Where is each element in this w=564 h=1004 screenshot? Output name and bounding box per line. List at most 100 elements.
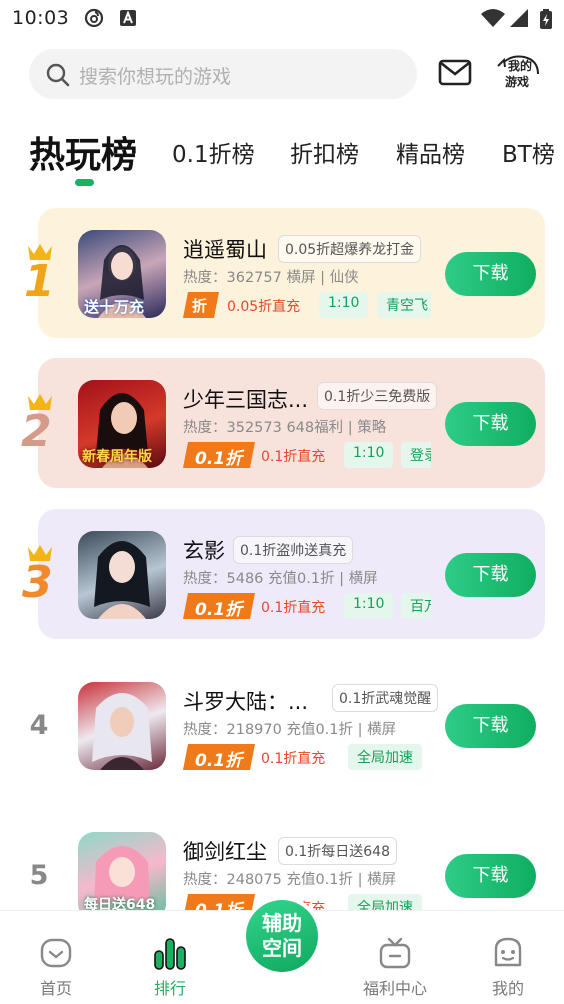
- nav-label: 首页: [39, 979, 72, 998]
- app-promo: 0.1折少三免费版: [317, 382, 438, 410]
- tag-chip: 青空飞: [377, 292, 431, 318]
- tag-chip: 1:10: [344, 442, 394, 468]
- nav-welfare[interactable]: 福利中心: [355, 911, 435, 1004]
- tab-active-indicator: [75, 179, 94, 186]
- rank-number: 4: [29, 710, 49, 741]
- home-icon: [40, 938, 72, 968]
- ranking-icon: [154, 938, 186, 970]
- discount-text: 0.1折直充: [261, 600, 326, 616]
- list-item[interactable]: 1 送十万充 逍遥蜀山 0.05折超爆养龙打金 热度：362757 横屏 | 仙…: [0, 208, 564, 338]
- mail-button[interactable]: [438, 58, 472, 88]
- assist-space-label-line1: 辅助: [262, 911, 302, 935]
- signal-icon: [509, 8, 529, 32]
- tag-chip: 百万: [401, 593, 431, 619]
- download-button[interactable]: 下载: [445, 704, 536, 748]
- tag-row: 折 0.05折直充 1:10 青空飞: [183, 292, 431, 318]
- discount-badge-label: 折: [192, 297, 208, 315]
- my-games-label-line1: 我的: [508, 59, 533, 73]
- list-item[interactable]: 3 玄影 0.1折盗帅送真充 热度：5486 充值0.1折 | 横屏 0.1折 …: [0, 509, 564, 639]
- list-item[interactable]: 2 新春周年版 少年三国志... 0.1折少三免费版 热度：352573 648…: [0, 358, 564, 488]
- battery-charging-icon: [539, 8, 553, 34]
- list-item[interactable]: 5 每日送648 御剑红尘 0.1折每日送648 热度：248075 充值0.1…: [0, 810, 564, 910]
- tab-discount[interactable]: 折扣榜: [290, 135, 359, 169]
- status-time: 10:03: [12, 7, 70, 29]
- tag-chip: 登录: [401, 442, 431, 468]
- rank-crown-3: 3: [18, 543, 58, 608]
- discount-text: 0.1折直充: [261, 449, 326, 465]
- app-meta: 热度：248075 充值0.1折 | 横屏: [183, 872, 397, 888]
- app-meta: 热度：218970 充值0.1折 | 横屏: [183, 722, 397, 738]
- netease-music-icon: [84, 8, 104, 32]
- app-promo: 0.1折武魂觉醒: [332, 684, 439, 712]
- nav-home[interactable]: 首页: [16, 911, 96, 1004]
- tab-hot[interactable]: 热玩榜: [29, 126, 137, 178]
- app-name: 少年三国志...: [183, 388, 309, 412]
- rank-crown-2: 2: [18, 392, 58, 457]
- discount-text: 0.1折直充: [261, 751, 326, 767]
- profile-face-icon: [494, 937, 522, 967]
- a-notification-icon: [119, 8, 137, 32]
- tag-chip: 全局加速: [348, 894, 422, 910]
- discount-badge-label: 0.1折: [195, 449, 243, 468]
- nav-label: 排行: [153, 979, 186, 998]
- rank-number: 3: [22, 557, 53, 608]
- rank-number: 5: [29, 860, 49, 891]
- discount-badge-label: 0.1折: [195, 896, 242, 910]
- app-name: 御剑红尘: [183, 840, 267, 864]
- app-promo: 0.05折超爆养龙打金: [278, 235, 422, 263]
- app-name: 逍遥蜀山: [183, 238, 267, 262]
- download-button[interactable]: 下载: [445, 854, 536, 898]
- search-placeholder: 搜索你想玩的游戏: [79, 66, 232, 88]
- tag-chip: 1:10: [319, 292, 369, 318]
- tab-0.1-discount[interactable]: 0.1折榜: [172, 135, 255, 169]
- search-input[interactable]: 搜索你想玩的游戏: [29, 49, 417, 99]
- mail-icon: [438, 59, 472, 86]
- rank-crown-1: 1: [18, 242, 58, 307]
- gift-tv-icon: [379, 937, 411, 969]
- app-icon-caption: 每日送648: [84, 897, 156, 910]
- app-meta: 热度：5486 充值0.1折 | 横屏: [183, 571, 378, 587]
- assist-space-inner: 辅助 空间: [246, 900, 318, 972]
- tag-row: 0.1折 0.1折直充 全局加速: [183, 744, 431, 770]
- discount-badge-label: 0.1折: [195, 751, 243, 770]
- tab-premium[interactable]: 精品榜: [396, 135, 465, 169]
- discount-badge-label: 0.1折: [195, 600, 243, 619]
- assist-space-label-line2: 空间: [262, 936, 302, 960]
- app-name: 玄影: [183, 539, 225, 563]
- assist-space-button[interactable]: 辅助 空间: [242, 896, 322, 976]
- discount-text: 0.05折直充: [227, 299, 301, 315]
- app-icon-caption: 新春周年版: [82, 449, 152, 465]
- my-games-button[interactable]: 我的 游戏: [494, 54, 542, 94]
- app-icon: [78, 531, 166, 619]
- search-icon: [46, 63, 70, 87]
- tag-chip: 1:10: [344, 593, 394, 619]
- app-icon: 每日送648: [78, 832, 166, 910]
- app-icon-caption: 送十万充: [84, 298, 145, 316]
- app-icon: 新春周年版: [78, 380, 166, 468]
- rank-number: 1: [24, 256, 55, 307]
- list-item[interactable]: 4 斗罗大陆：... 0.1折武魂觉醒 热度：218970 充值0.1折 | 横…: [0, 660, 564, 790]
- wifi-icon: [480, 8, 506, 32]
- tag-row: 0.1折 0.1折直充 1:10 登录: [183, 442, 431, 468]
- status-bar: 10:03: [0, 0, 564, 38]
- app-meta: 热度：352573 648福利 | 策略: [183, 420, 387, 436]
- rank-number: 2: [21, 406, 52, 457]
- app-meta: 热度：362757 横屏 | 仙侠: [183, 270, 359, 286]
- nav-label: 福利中心: [362, 979, 427, 998]
- my-games-label-line2: 游戏: [505, 75, 530, 89]
- tab-bt[interactable]: BT榜: [502, 135, 555, 169]
- nav-ranking[interactable]: 排行: [130, 911, 210, 1004]
- app-icon: [78, 682, 166, 770]
- nav-label: 我的: [491, 979, 524, 998]
- download-button[interactable]: 下载: [445, 252, 536, 296]
- tag-chip: 全局加速: [348, 744, 422, 770]
- app-promo: 0.1折盗帅送真充: [233, 536, 354, 564]
- tag-row: 0.1折 0.1折直充 1:10 百万: [183, 593, 431, 619]
- download-button[interactable]: 下载: [445, 553, 536, 597]
- ranking-tabs: 热玩榜 0.1折榜 折扣榜 精品榜 BT榜: [0, 120, 564, 190]
- app-icon: 送十万充: [78, 230, 166, 318]
- app-name: 斗罗大陆：...: [183, 690, 309, 714]
- nav-mine[interactable]: 我的: [468, 911, 548, 1004]
- download-button[interactable]: 下载: [445, 402, 536, 446]
- app-promo: 0.1折每日送648: [278, 837, 397, 865]
